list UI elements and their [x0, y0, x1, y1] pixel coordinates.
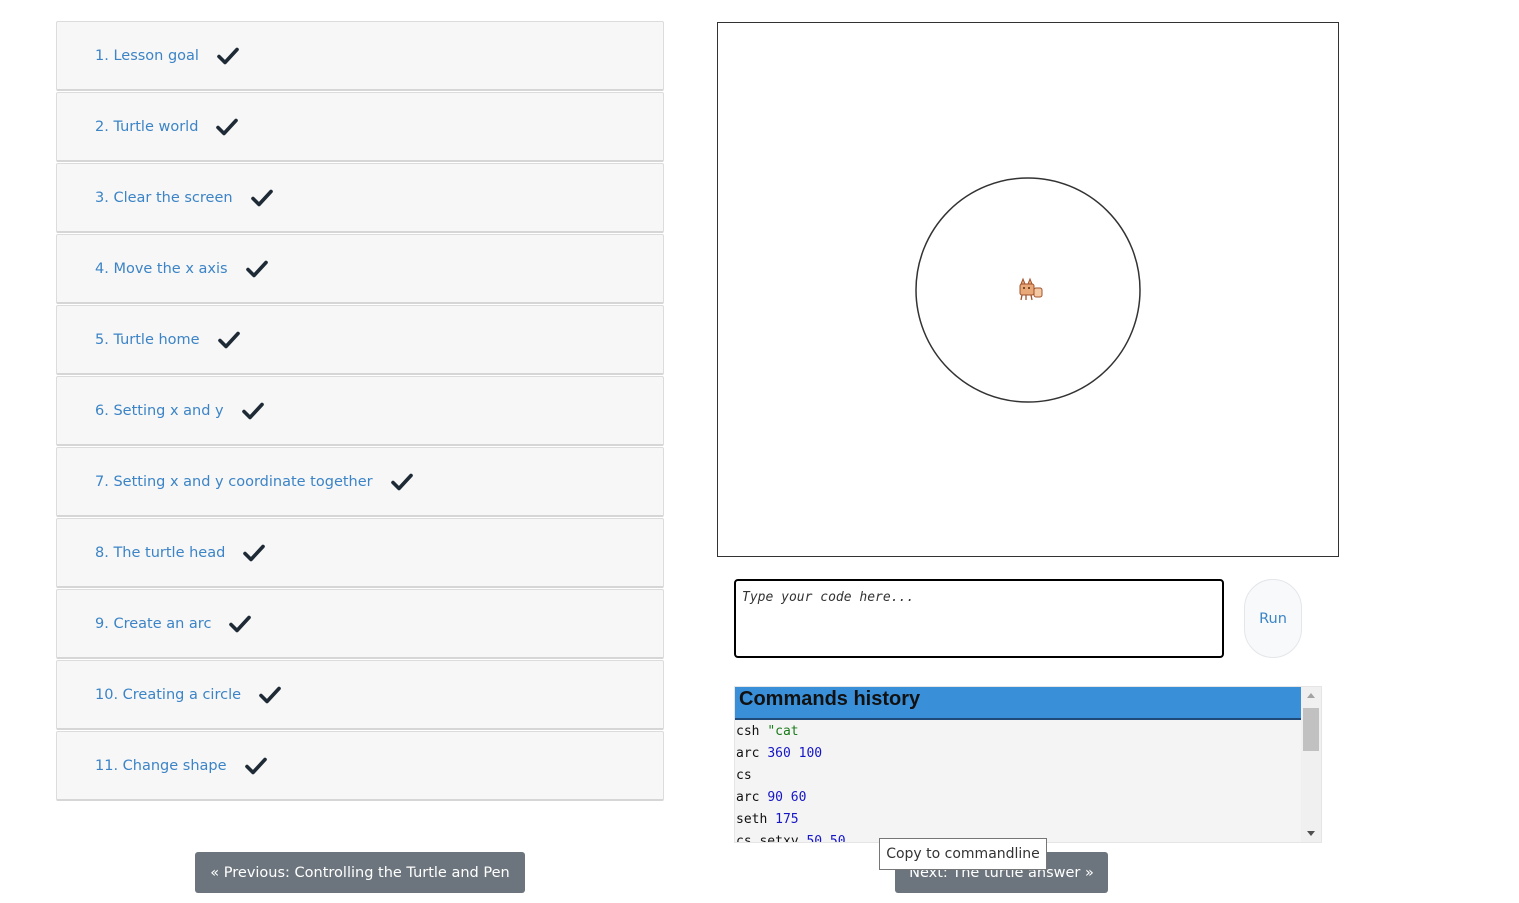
history-line[interactable]: arc 360 100 [735, 743, 1301, 765]
history-token: seth [736, 812, 776, 827]
scroll-up-arrow-icon[interactable] [1301, 687, 1321, 704]
lesson-item[interactable]: 10. Creating a circle [56, 660, 664, 730]
lesson-item[interactable]: 1. Lesson goal [56, 21, 664, 91]
history-token: arc [736, 746, 768, 761]
lesson-link[interactable]: 7. Setting x and y coordinate together [95, 474, 373, 490]
lesson-link[interactable]: 1. Lesson goal [95, 48, 199, 64]
lesson-link[interactable]: 11. Change shape [95, 758, 227, 774]
history-token: cs [736, 768, 752, 783]
history-token: 360 100 [767, 746, 823, 761]
lesson-item[interactable]: 11. Change shape [56, 731, 664, 801]
lesson-item[interactable]: 3. Clear the screen [56, 163, 664, 233]
history-token: 175 [775, 812, 799, 827]
turtle-canvas[interactable] [717, 22, 1339, 557]
scroll-down-arrow-icon[interactable] [1301, 825, 1321, 842]
checkmark-icon [250, 189, 273, 207]
history-line[interactable]: csh "cat [735, 721, 1301, 743]
history-token: "cat [767, 724, 799, 739]
checkmark-icon [243, 544, 266, 562]
lesson-item[interactable]: 7. Setting x and y coordinate together [56, 447, 664, 517]
lesson-item[interactable]: 6. Setting x and y [56, 376, 664, 446]
lesson-link[interactable]: 3. Clear the screen [95, 190, 233, 206]
history-token: arc [736, 790, 768, 805]
checkmark-icon [245, 260, 268, 278]
lesson-item[interactable]: 4. Move the x axis [56, 234, 664, 304]
checkmark-icon [216, 118, 239, 136]
lesson-link[interactable]: 5. Turtle home [95, 332, 200, 348]
lesson-item[interactable]: 8. The turtle head [56, 518, 664, 588]
lesson-link[interactable]: 9. Create an arc [95, 616, 211, 632]
commands-history-list: csh "cat arc 360 100 cs arc 90 60 seth 175 cs… [735, 721, 1301, 843]
checkmark-icon [241, 402, 264, 420]
checkmark-icon [217, 331, 240, 349]
history-token: 90 60 [767, 790, 807, 805]
cat-turtle-icon [1019, 277, 1043, 301]
checkmark-icon [390, 473, 413, 491]
previous-lesson-button[interactable]: « Previous: Controlling the Turtle and P… [195, 852, 525, 893]
history-token: csh [736, 724, 768, 739]
checkmark-icon [244, 757, 267, 775]
lesson-item[interactable]: 2. Turtle world [56, 92, 664, 162]
scroll-thumb[interactable] [1303, 708, 1319, 751]
lesson-link[interactable]: 2. Turtle world [95, 119, 198, 135]
lesson-link[interactable]: 8. The turtle head [95, 545, 225, 561]
checkmark-icon [259, 686, 281, 704]
commands-history[interactable]: Commands history csh "cat arc 360 100 cs ar… [734, 686, 1322, 843]
commands-history-title: Commands history [735, 687, 1301, 720]
history-token: 50 50 [806, 834, 846, 843]
checkmark-icon [217, 47, 239, 65]
lesson-item[interactable]: 9. Create an arc [56, 589, 664, 659]
run-button[interactable]: Run [1244, 579, 1302, 658]
lesson-link[interactable]: 4. Move the x axis [95, 261, 228, 277]
code-input[interactable] [734, 579, 1224, 658]
history-line[interactable]: cs [735, 765, 1301, 787]
checkmark-icon [229, 615, 252, 633]
copy-tooltip: Copy to commandline [879, 838, 1047, 870]
lesson-list: 1. Lesson goal 2. Turtle world 3. Clear th… [56, 21, 664, 802]
lesson-link[interactable]: 6. Setting x and y [95, 403, 224, 419]
lesson-link[interactable]: 10. Creating a circle [95, 687, 241, 703]
turtle-drawing [915, 177, 1141, 403]
history-scrollbar[interactable] [1301, 687, 1321, 842]
lesson-item[interactable]: 5. Turtle home [56, 305, 664, 375]
history-line[interactable]: seth 175 [735, 809, 1301, 831]
history-line[interactable]: arc 90 60 [735, 787, 1301, 809]
history-token: cs setxy [736, 834, 807, 843]
